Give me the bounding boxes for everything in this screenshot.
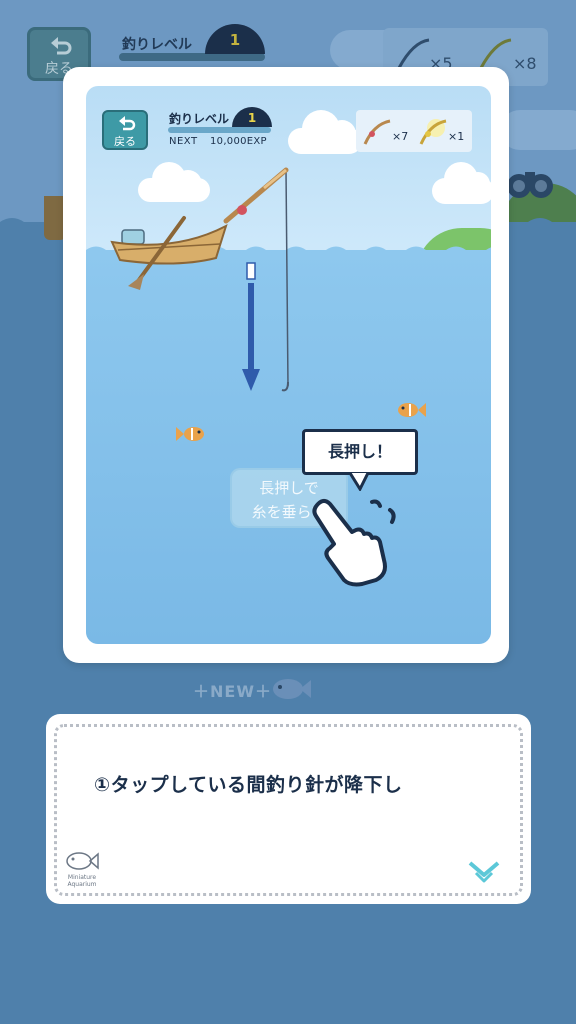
binoculars-icon xyxy=(507,172,553,198)
rod-count: ×1 xyxy=(448,130,465,143)
long-press-bubble: 長押し！ xyxy=(302,429,418,475)
background-level-bar xyxy=(119,53,265,61)
back-button-label: 戻る xyxy=(114,135,136,148)
fishing-line xyxy=(223,167,289,392)
tutorial-scene: 長押しで 糸を垂らす 長押し！ 戻る 釣りレベル 1 NEXT 10,000EX… xyxy=(86,86,491,644)
fish-icon xyxy=(398,403,426,417)
miniature-aquarium-logo: Miniature Aquarium xyxy=(60,850,104,888)
level-progress-bar xyxy=(168,127,271,133)
hand-pointer-icon xyxy=(312,499,396,587)
boat xyxy=(110,216,228,290)
dialog-border xyxy=(54,724,523,896)
rod-inventory[interactable]: ×7 ×1 xyxy=(356,110,472,152)
fishing-level-label: 釣りレベル xyxy=(169,112,230,126)
bubble-tail xyxy=(348,473,370,491)
fish-icon xyxy=(66,852,99,870)
background-rod-count: ×8 xyxy=(513,54,537,73)
logo-line1: Miniature xyxy=(67,874,97,881)
back-arrow-icon xyxy=(51,37,72,55)
tutorial-dialog[interactable]: ①タップしている間釣り針が降下し Miniature Aquarium xyxy=(46,714,531,904)
background-new-label: ＋NEW＋ xyxy=(193,682,272,701)
dialog-text: ①タップしている間釣り針が降下し xyxy=(94,774,403,796)
next-exp-value: 10,000EXP xyxy=(210,136,267,147)
chevron-down-icon[interactable] xyxy=(468,861,500,883)
background-cloud xyxy=(500,110,576,150)
next-label: NEXT xyxy=(169,136,198,147)
fish-icon xyxy=(273,679,311,699)
golden-rod-icon xyxy=(419,119,447,145)
logo-line2: Aquarium xyxy=(67,881,97,888)
rod-count: ×7 xyxy=(392,130,409,143)
background-level-label: 釣りレベル xyxy=(122,37,192,53)
fishing-rod-icon xyxy=(363,119,391,145)
back-arrow-icon xyxy=(119,116,136,131)
fish-icon xyxy=(176,427,204,441)
descend-arrow xyxy=(242,262,260,391)
back-button[interactable]: 戻る xyxy=(102,110,148,150)
